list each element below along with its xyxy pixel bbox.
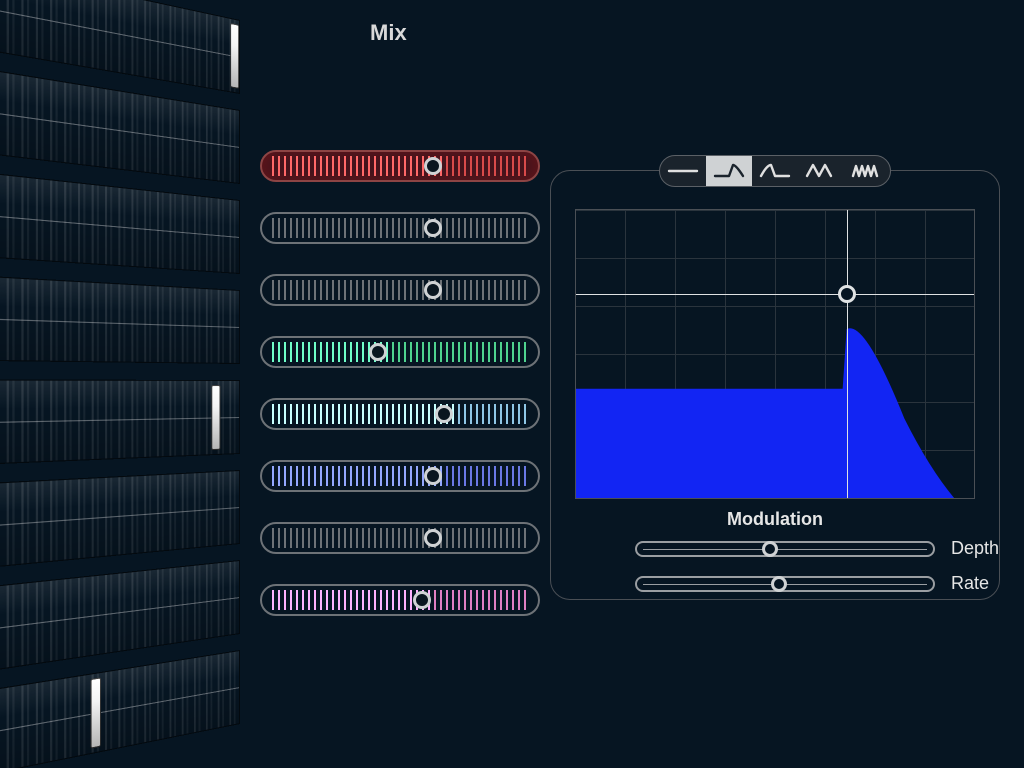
modulation-section-label: Modulation <box>575 509 975 530</box>
slider-knob[interactable] <box>424 529 442 547</box>
modulation-panel: Modulation Depth Rate <box>550 170 1000 600</box>
loop-marker[interactable] <box>91 677 101 748</box>
rate-label: Rate <box>951 573 989 594</box>
mix-slider[interactable] <box>260 212 540 244</box>
mix-slider[interactable] <box>260 584 540 616</box>
track-row[interactable] <box>0 275 240 364</box>
slider-knob[interactable] <box>424 281 442 299</box>
mix-slider[interactable] <box>260 398 540 430</box>
track-row[interactable] <box>0 171 240 274</box>
envelope-graph[interactable] <box>575 209 975 499</box>
curve-shape-picker <box>659 155 891 187</box>
crosshair-vertical <box>847 210 848 498</box>
loop-marker[interactable] <box>230 23 239 89</box>
mix-slider[interactable] <box>260 274 540 306</box>
crosshair-horizontal <box>576 294 974 295</box>
mix-slider[interactable] <box>260 460 540 492</box>
waveform-track-stack <box>0 0 260 768</box>
slider-knob[interactable] <box>369 343 387 361</box>
loop-marker[interactable] <box>211 385 220 450</box>
track-row[interactable] <box>0 379 240 465</box>
curve-option-attack[interactable] <box>752 156 798 186</box>
slider-knob[interactable] <box>771 576 787 592</box>
slider-knob[interactable] <box>424 219 442 237</box>
envelope-curve <box>576 210 974 498</box>
depth-slider[interactable] <box>635 541 935 557</box>
envelope-handle[interactable] <box>838 285 856 303</box>
slider-knob[interactable] <box>413 591 431 609</box>
curve-option-decay[interactable] <box>706 156 752 186</box>
curve-option-flat[interactable] <box>660 156 706 186</box>
rate-slider[interactable] <box>635 576 935 592</box>
mix-slider[interactable] <box>260 522 540 554</box>
track-row[interactable] <box>0 470 240 569</box>
curve-option-wave2[interactable] <box>798 156 844 186</box>
track-row[interactable] <box>0 650 240 768</box>
slider-knob[interactable] <box>762 541 778 557</box>
curve-option-wave4[interactable] <box>844 156 890 186</box>
slider-knob[interactable] <box>424 467 442 485</box>
slider-knob[interactable] <box>424 157 442 175</box>
mix-slider[interactable] <box>260 336 540 368</box>
mix-slider[interactable] <box>260 150 540 182</box>
mix-slider-column <box>260 150 540 616</box>
depth-label: Depth <box>951 538 999 559</box>
mix-section-label: Mix <box>370 20 407 46</box>
